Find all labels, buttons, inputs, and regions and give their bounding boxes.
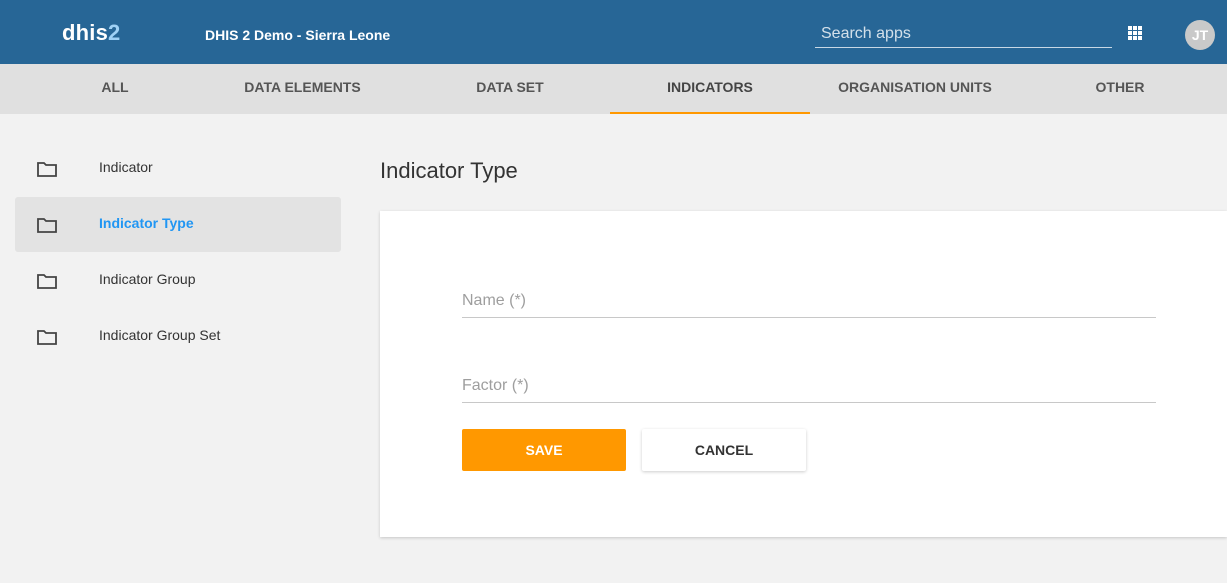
sidebar-item-label: Indicator Type: [99, 215, 194, 231]
page-title: Indicator Type: [380, 158, 518, 183]
factor-field[interactable]: [462, 370, 1156, 403]
instance-title: DHIS 2 Demo - Sierra Leone: [205, 27, 391, 43]
apps-grid-icon[interactable]: [1128, 26, 1142, 40]
tab-other[interactable]: OTHER: [1050, 64, 1190, 114]
cancel-button[interactable]: CANCEL: [642, 429, 806, 471]
sidebar-item-label: Indicator: [99, 159, 153, 175]
form-card: SAVE CANCEL: [380, 211, 1227, 537]
user-avatar[interactable]: JT: [1185, 20, 1215, 50]
folder-icon: [37, 274, 57, 289]
search-apps-input[interactable]: [815, 20, 1112, 48]
tab-organisation-units[interactable]: ORGANISATION UNITS: [815, 64, 1015, 114]
sidebar-item-label: Indicator Group: [99, 271, 196, 287]
tab-indicators[interactable]: INDICATORS: [610, 64, 810, 114]
tab-data-set[interactable]: DATA SET: [420, 64, 600, 114]
name-field[interactable]: [462, 285, 1156, 318]
header-bar: dhis2 DHIS 2 Demo - Sierra Leone JT: [0, 0, 1227, 64]
save-button[interactable]: SAVE: [462, 429, 626, 471]
section-tabs: ALL DATA ELEMENTS DATA SET INDICATORS OR…: [0, 64, 1227, 114]
logo-text: dhis: [62, 20, 109, 45]
sidebar-item-indicator-group[interactable]: Indicator Group: [15, 253, 341, 308]
dhis2-logo[interactable]: dhis2: [62, 20, 120, 46]
folder-icon: [37, 330, 57, 345]
sidebar-item-indicator-group-set[interactable]: Indicator Group Set: [15, 309, 341, 364]
sidebar-item-indicator-type[interactable]: Indicator Type: [15, 197, 341, 252]
tab-data-elements[interactable]: DATA ELEMENTS: [210, 64, 395, 114]
logo-number: 2: [108, 20, 121, 45]
sidebar-item-indicator[interactable]: Indicator: [15, 141, 341, 196]
folder-icon: [37, 162, 57, 177]
folder-icon: [37, 218, 57, 233]
sidebar-item-label: Indicator Group Set: [99, 327, 221, 343]
app-root: dhis2 DHIS 2 Demo - Sierra Leone JT ALL …: [0, 0, 1227, 583]
tab-all[interactable]: ALL: [40, 64, 190, 114]
